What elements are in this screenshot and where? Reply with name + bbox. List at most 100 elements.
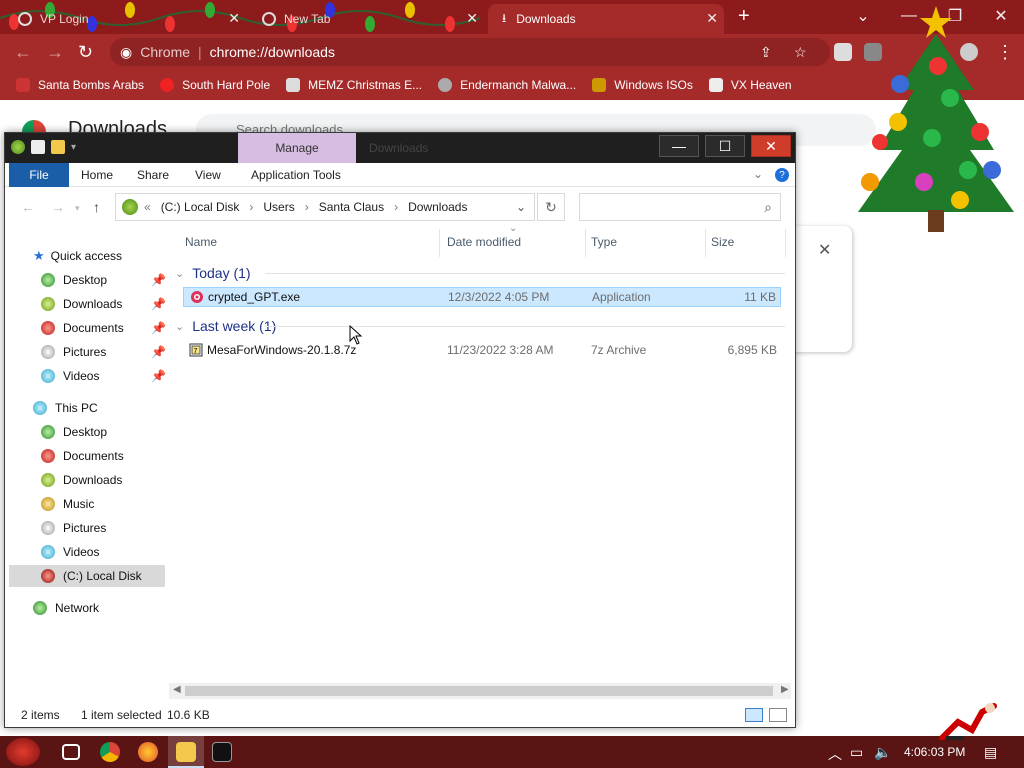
pin-icon[interactable]: 📌 — [151, 345, 166, 359]
minimize-button[interactable]: — — [659, 135, 699, 157]
pin-icon[interactable]: 📌 — [151, 369, 166, 383]
ribbon-tab-view[interactable]: View — [183, 163, 233, 187]
volume-tray-icon[interactable]: 🔈 — [874, 744, 891, 761]
bookmark-windows-isos[interactable]: Windows ISOs — [592, 78, 693, 92]
ribbon-tab-application-tools[interactable]: Application Tools — [239, 163, 353, 187]
nav-pc-videos[interactable]: Videos — [41, 541, 99, 563]
nav-quick-documents[interactable]: Documents 📌 — [41, 317, 167, 339]
column-divider[interactable] — [705, 229, 706, 257]
up-arrow-icon[interactable]: ↑ — [93, 199, 100, 215]
cmd-taskbar-icon[interactable] — [212, 742, 232, 762]
chrome-taskbar-icon[interactable] — [100, 742, 120, 762]
ribbon-tab-share[interactable]: Share — [125, 163, 181, 187]
search-input[interactable]: ⌕ — [579, 193, 781, 221]
status-selected-size: 10.6 KB — [167, 708, 210, 722]
horizontal-scrollbar[interactable]: ◀ ▶ — [169, 683, 791, 699]
file-row-mesa[interactable]: 7 MesaForWindows-20.1.8.7z 11/23/2022 3:… — [183, 340, 781, 360]
notifications-icon[interactable]: ▤ — [984, 744, 997, 761]
nav-pc-music[interactable]: Music — [41, 493, 94, 515]
close-tab-icon[interactable]: ✕ — [466, 10, 478, 27]
large-icons-view-button[interactable] — [769, 708, 787, 722]
nav-this-pc[interactable]: This PC — [33, 397, 98, 419]
start-button[interactable] — [6, 738, 40, 766]
file-explorer-taskbar-icon[interactable] — [176, 742, 196, 762]
group-header-last-week[interactable]: ⌄ Last week (1) — [175, 316, 785, 336]
bookmark-south-hard-pole[interactable]: South Hard Pole — [160, 78, 270, 92]
qat-dropdown-icon[interactable]: ▾ — [71, 142, 76, 153]
pin-icon[interactable]: 📌 — [151, 321, 166, 335]
nav-quick-videos[interactable]: Videos 📌 — [41, 365, 167, 387]
ribbon-tab-file[interactable]: File — [9, 163, 69, 187]
group-header-today[interactable]: ⌄ Today (1) — [175, 263, 785, 283]
close-tab-icon[interactable]: ✕ — [706, 10, 718, 27]
collapse-chevron-icon[interactable]: ⌄ — [175, 320, 184, 333]
bookmark-vx-heaven[interactable]: VX Heaven — [708, 78, 792, 92]
collapse-chevron-icon[interactable]: ⌄ — [175, 267, 184, 280]
column-divider[interactable] — [585, 229, 586, 257]
network-tray-icon[interactable]: ▭ — [850, 744, 863, 761]
address-bar[interactable]: « (C:) Local Disk › Users › Santa Claus … — [115, 193, 535, 221]
tray-overflow-icon[interactable]: ︿ — [828, 744, 842, 764]
ribbon-tab-home[interactable]: Home — [69, 163, 125, 187]
bookmark-star-icon[interactable]: ☆ — [794, 44, 807, 61]
properties-icon[interactable] — [31, 140, 45, 154]
remove-download-icon[interactable]: ✕ — [818, 240, 831, 260]
nav-pc-documents[interactable]: Documents — [41, 445, 124, 467]
nav-network[interactable]: Network — [33, 597, 99, 619]
bookmark-memz[interactable]: MEMZ Christmas E... — [286, 78, 422, 92]
back-arrow-icon[interactable]: ← — [21, 199, 35, 215]
breadcrumb-downloads[interactable]: Downloads — [408, 200, 467, 214]
nav-quick-access[interactable]: ★ Quick access — [33, 245, 122, 267]
nav-pc-pictures[interactable]: Pictures — [41, 517, 106, 539]
nav-pc-downloads[interactable]: Downloads — [41, 469, 122, 491]
address-dropdown-icon[interactable]: ⌄ — [508, 194, 534, 220]
ribbon-tab-manage[interactable]: Manage — [238, 133, 356, 163]
help-icon[interactable]: ? — [775, 168, 789, 182]
reload-icon[interactable]: ↻ — [78, 42, 93, 63]
pin-icon[interactable]: 📌 — [151, 273, 166, 287]
forward-icon[interactable]: → — [46, 42, 64, 63]
close-tab-icon[interactable]: ✕ — [228, 10, 240, 27]
scroll-right-icon[interactable]: ▶ — [781, 684, 789, 695]
column-header-name[interactable]: Name — [185, 235, 217, 249]
column-header-date-modified[interactable]: Date modified — [447, 235, 521, 249]
forward-arrow-icon[interactable]: → — [51, 199, 65, 215]
firefox-taskbar-icon[interactable] — [138, 742, 158, 762]
scroll-left-icon[interactable]: ◀ — [173, 684, 181, 695]
nav-quick-pictures[interactable]: Pictures 📌 — [41, 341, 167, 363]
close-button[interactable]: ✕ — [751, 135, 791, 157]
breadcrumb-overflow[interactable]: « — [144, 200, 151, 214]
bookmark-endermanch[interactable]: Endermanch Malwa... — [438, 78, 576, 92]
details-view-button[interactable] — [745, 708, 763, 722]
expand-ribbon-icon[interactable]: ⌄ — [753, 167, 763, 181]
taskbar-clock[interactable]: 4:06:03 PM — [904, 745, 965, 759]
column-divider[interactable] — [785, 229, 786, 257]
refresh-button[interactable]: ↻ — [537, 193, 565, 221]
nav-pc-desktop[interactable]: Desktop — [41, 421, 107, 443]
recent-locations-icon[interactable]: ▾ — [75, 203, 80, 214]
omnibox[interactable]: ◉ Chrome | chrome://downloads ⇪ ☆ — [110, 38, 830, 66]
nav-quick-desktop[interactable]: Desktop 📌 — [41, 269, 167, 291]
share-icon[interactable]: ⇪ — [760, 44, 772, 61]
file-row-crypted-gpt[interactable]: crypted_GPT.exe 12/3/2022 4:05 PM Applic… — [183, 287, 781, 307]
bookmark-santa-bombs[interactable]: Santa Bombs Arabs — [16, 78, 144, 92]
tab-vp-login[interactable]: VP Login ✕ — [4, 4, 246, 34]
breadcrumb-local-disk[interactable]: (C:) Local Disk — [161, 200, 240, 214]
breadcrumb-santa-claus[interactable]: Santa Claus — [319, 200, 384, 214]
breadcrumb-users[interactable]: Users — [263, 200, 294, 214]
nav-pc-local-disk[interactable]: (C:) Local Disk — [9, 565, 165, 587]
column-header-size[interactable]: Size — [711, 235, 734, 249]
tab-downloads[interactable]: ⭳ Downloads ✕ — [488, 4, 724, 34]
tab-new-tab[interactable]: New Tab ✕ — [248, 4, 484, 34]
new-folder-icon[interactable] — [51, 140, 65, 154]
maximize-button[interactable]: ☐ — [705, 135, 745, 157]
new-tab-button[interactable]: + — [738, 5, 750, 28]
column-divider[interactable] — [439, 229, 440, 257]
column-header-type[interactable]: Type — [591, 235, 617, 249]
pin-icon[interactable]: 📌 — [151, 297, 166, 311]
back-icon[interactable]: ← — [14, 42, 32, 63]
task-view-icon[interactable] — [62, 744, 80, 760]
nav-quick-downloads[interactable]: Downloads 📌 — [41, 293, 167, 315]
scrollbar-thumb[interactable] — [185, 686, 773, 696]
search-icon: ⌕ — [764, 199, 772, 215]
